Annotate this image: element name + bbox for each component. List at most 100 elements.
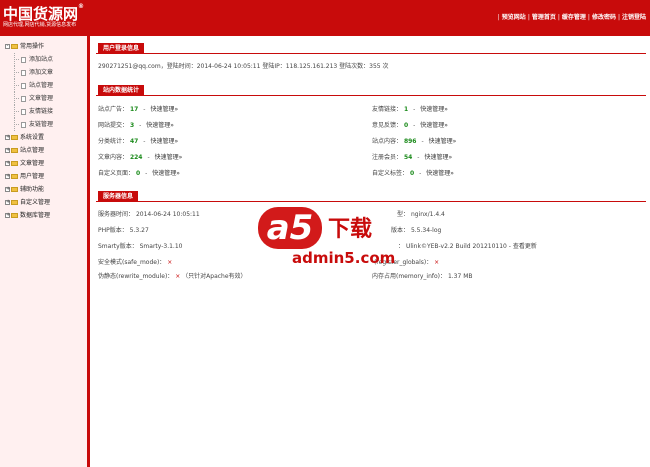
stat-value: 224: [129, 154, 143, 161]
quick-manage-link[interactable]: 快速管理»: [424, 154, 452, 161]
quick-manage-link[interactable]: 快速管理»: [420, 122, 448, 129]
quick-manage-link[interactable]: 快速管理»: [146, 122, 174, 129]
tree-item-friend-links[interactable]: 友情链接: [5, 105, 87, 118]
tree-section-label: 系统设置: [20, 134, 45, 141]
tree-item-label: 站点管理: [29, 82, 54, 89]
tab-login-info: 用户登录信息: [98, 43, 145, 54]
expand-icon[interactable]: +: [5, 174, 10, 179]
collapse-icon[interactable]: -: [5, 44, 10, 49]
stat-separator: -: [417, 154, 420, 161]
server-info-row: PHP版本： 5.3.27: [98, 227, 149, 235]
stat-separator: -: [145, 170, 148, 177]
folder-icon: [11, 44, 18, 49]
document-icon: [21, 82, 26, 89]
document-icon: [21, 108, 26, 115]
server-info-label: 服务器时间：: [98, 211, 135, 218]
stat-separator: -: [139, 122, 142, 129]
server-info-row: 内存占用(memory_info)： 1.37 MB: [372, 273, 473, 281]
stat-row: 分类统计： 47- 快速管理»: [98, 138, 178, 146]
stat-label: 站点内容：: [372, 138, 403, 145]
server-info-label: 伪静态(rewrite_module)：: [98, 273, 174, 280]
tree-item-add-article[interactable]: 添加文章: [5, 66, 87, 79]
quick-manage-link[interactable]: 快速管理»: [150, 106, 178, 113]
server-info-value: 5.3.27: [129, 227, 149, 234]
tree-section-system-settings[interactable]: + 系统设置: [5, 131, 87, 144]
nav-logout[interactable]: 注销登陆: [622, 14, 646, 21]
server-info-label: 安全模式(safe_mode)：: [98, 259, 166, 266]
folder-icon: [11, 148, 18, 153]
nav-preview-site[interactable]: 预览网站: [502, 14, 526, 21]
server-info-note: （只针对Apache有效）: [182, 273, 247, 280]
login-info-line: 290271251@qq.com，登陆时间：2014-06-24 10:05:1…: [98, 63, 389, 70]
tree-item-label: 友链管理: [29, 121, 54, 128]
tree-section-common[interactable]: - 常用操作: [5, 40, 87, 53]
tree-item-site-manage[interactable]: 站点管理: [5, 79, 87, 92]
folder-icon: [11, 187, 18, 192]
server-info-value: Ulink©YEB-v2.2 Build 201210110 - 查看更新: [405, 243, 537, 250]
stat-value: 896: [403, 138, 417, 145]
expand-icon[interactable]: +: [5, 148, 10, 153]
nav-change-password[interactable]: 修改密码: [592, 14, 616, 21]
stat-row: 站点内容： 896- 快速管理»: [372, 138, 456, 146]
quick-manage-link[interactable]: 快速管理»: [150, 138, 178, 145]
tree-section-user-manage[interactable]: + 用户管理: [5, 170, 87, 183]
tree-section-label: 站点管理: [20, 147, 45, 154]
tree-section-label: 常用操作: [20, 43, 45, 50]
quick-manage-link[interactable]: 快速管理»: [420, 106, 448, 113]
tree-section-custom-manage[interactable]: + 自定义管理: [5, 196, 87, 209]
expand-icon[interactable]: +: [5, 161, 10, 166]
stat-label: 分类统计：: [98, 138, 129, 145]
stat-label: 友情链接：: [372, 106, 403, 113]
quick-manage-link[interactable]: 快速管理»: [152, 170, 180, 177]
quick-manage-link[interactable]: 快速管理»: [429, 138, 457, 145]
top-nav: | 预览网站 | 管理首页 | 缓存管理 | 修改密码 | 注销登陆: [496, 12, 646, 21]
tree-section-article-manage[interactable]: + 文章管理: [5, 157, 87, 170]
stat-label: 站点广告：: [98, 106, 129, 113]
stat-label: 文章内容：: [98, 154, 129, 161]
stats-header: 站内数据统计: [96, 82, 646, 96]
stat-row: 自定义页面： 0- 快速管理»: [98, 170, 180, 178]
tab-site-stats: 站内数据统计: [98, 85, 145, 96]
tab-server-info: 服务器信息: [98, 191, 139, 202]
stat-row: 文章内容： 224- 快速管理»: [98, 154, 182, 162]
stat-label: 自定义标签：: [372, 170, 409, 177]
folder-icon: [11, 161, 18, 166]
tree-item-link-manage[interactable]: 友链管理: [5, 118, 87, 131]
tree-item-article-manage[interactable]: 文章管理: [5, 92, 87, 105]
tree-section-label: 自定义管理: [20, 199, 51, 206]
expand-icon[interactable]: +: [5, 135, 10, 140]
folder-icon: [11, 135, 18, 140]
tree-section-site-manage[interactable]: + 站点管理: [5, 144, 87, 157]
quick-manage-link[interactable]: 快速管理»: [155, 154, 183, 161]
server-info-row: 服务器时间： 2014-06-24 10:05:11: [98, 211, 200, 219]
nav-admin-home[interactable]: 管理首页: [532, 14, 556, 21]
expand-icon[interactable]: +: [5, 200, 10, 205]
server-info-value: ×: [434, 259, 440, 266]
server-info-value: 2014-06-24 10:05:11: [135, 211, 200, 218]
stat-row: 注册会员： 54- 快速管理»: [372, 154, 452, 162]
watermark-url: admin5.com: [292, 249, 396, 267]
server-info-header: 服务器信息: [96, 188, 646, 202]
server-info-row: 伪静态(rewrite_module)： × （只针对Apache有效）: [98, 273, 247, 281]
server-info-value: Smarty-3.1.10: [139, 243, 183, 250]
tree-section-auxiliary[interactable]: + 辅助功能: [5, 183, 87, 196]
stat-label: 网站提交：: [98, 122, 129, 129]
expand-icon[interactable]: +: [5, 213, 10, 218]
server-info-row: 安全模式(safe_mode)： ×: [98, 259, 172, 267]
folder-icon: [11, 200, 18, 205]
folder-icon: [11, 174, 18, 179]
stat-row: 意见反馈： 0- 快速管理»: [372, 122, 448, 130]
expand-icon[interactable]: +: [5, 187, 10, 192]
server-info-value: 1.37 MB: [447, 273, 473, 280]
tree-section-database-manage[interactable]: + 数据库管理: [5, 209, 87, 222]
top-header: 中国货源网® 网店代理,网店代销,货源信息发布 | 预览网站 | 管理首页 | 缓存管理 |…: [0, 0, 650, 34]
watermark-title: 下载: [328, 217, 373, 242]
stat-separator: -: [413, 106, 416, 113]
server-info-value: 5.5.34-log: [410, 227, 442, 234]
quick-manage-link[interactable]: 快速管理»: [426, 170, 454, 177]
server-info-label: PHP版本：: [98, 227, 128, 234]
tree-item-add-site[interactable]: 添加站点: [5, 53, 87, 66]
menu-tree: - 常用操作 添加站点 添加文章 站点管理 文章管理 友情链接 友链管理 + 系统设…: [5, 40, 87, 222]
stat-label: 注册会员：: [372, 154, 403, 161]
nav-cache-manage[interactable]: 缓存管理: [562, 14, 586, 21]
